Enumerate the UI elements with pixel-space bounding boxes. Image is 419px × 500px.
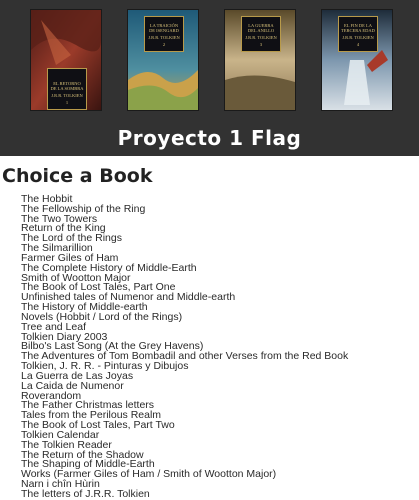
cover-title-line-2: DE ISENGARD xyxy=(149,28,179,33)
cover-volume: 2 xyxy=(162,42,166,47)
cover-title-panel: EL FIN DE LA TERCERA EDAD J.R.R. TOLKIEN… xyxy=(338,16,378,52)
cover-title-line-2: DE LA SOMBRA xyxy=(50,86,84,91)
cover-strip: EL RETORNO DE LA SOMBRA J.R.R. TOLKIEN 1… xyxy=(0,0,419,120)
cover-author: J.R.R. TOLKIEN xyxy=(342,35,374,40)
cover-title-line-2: DEL ANILLO xyxy=(247,28,275,33)
cover-title-panel: EL RETORNO DE LA SOMBRA J.R.R. TOLKIEN 1 xyxy=(47,68,87,110)
cover-volume: 4 xyxy=(356,42,360,47)
cover-la-guerra-del-anillo[interactable]: LA GUERRA DEL ANILLO J.R.R. TOLKIEN 3 xyxy=(225,10,295,110)
book-list-item[interactable]: Narn i chîn Hùrin xyxy=(21,479,348,490)
cover-el-retorno-de-la-sombra[interactable]: EL RETORNO DE LA SOMBRA J.R.R. TOLKIEN 1 xyxy=(31,10,101,110)
cover-title-panel: LA TRAICIÓN DE ISENGARD J.R.R. TOLKIEN 2 xyxy=(144,16,184,52)
cover-title-panel: LA GUERRA DEL ANILLO J.R.R. TOLKIEN 3 xyxy=(241,16,281,52)
header-banner: EL RETORNO DE LA SOMBRA J.R.R. TOLKIEN 1… xyxy=(0,0,419,156)
cover-la-traicion-de-isengard[interactable]: LA TRAICIÓN DE ISENGARD J.R.R. TOLKIEN 2 xyxy=(128,10,198,110)
cover-volume: 1 xyxy=(65,100,69,105)
cover-author: J.R.R. TOLKIEN xyxy=(51,93,83,98)
cover-el-fin-de-la-tercera-edad[interactable]: EL FIN DE LA TERCERA EDAD J.R.R. TOLKIEN… xyxy=(322,10,392,110)
site-title: Proyecto 1 Flag xyxy=(117,126,302,150)
cover-volume: 3 xyxy=(259,42,263,47)
cover-author: J.R.R. TOLKIEN xyxy=(245,35,277,40)
page-heading: Choice a Book xyxy=(2,165,153,187)
cover-author: J.R.R. TOLKIEN xyxy=(148,35,180,40)
cover-title-line-2: TERCERA EDAD xyxy=(341,28,375,33)
book-list-item[interactable]: The letters of J.R.R. Tolkien xyxy=(21,489,348,500)
book-list: The Hobbit The Fellowship of the Ring The … xyxy=(21,194,348,500)
book-list-item[interactable]: Works (Farmer Giles of Ham / Smith of Wo… xyxy=(21,469,348,480)
